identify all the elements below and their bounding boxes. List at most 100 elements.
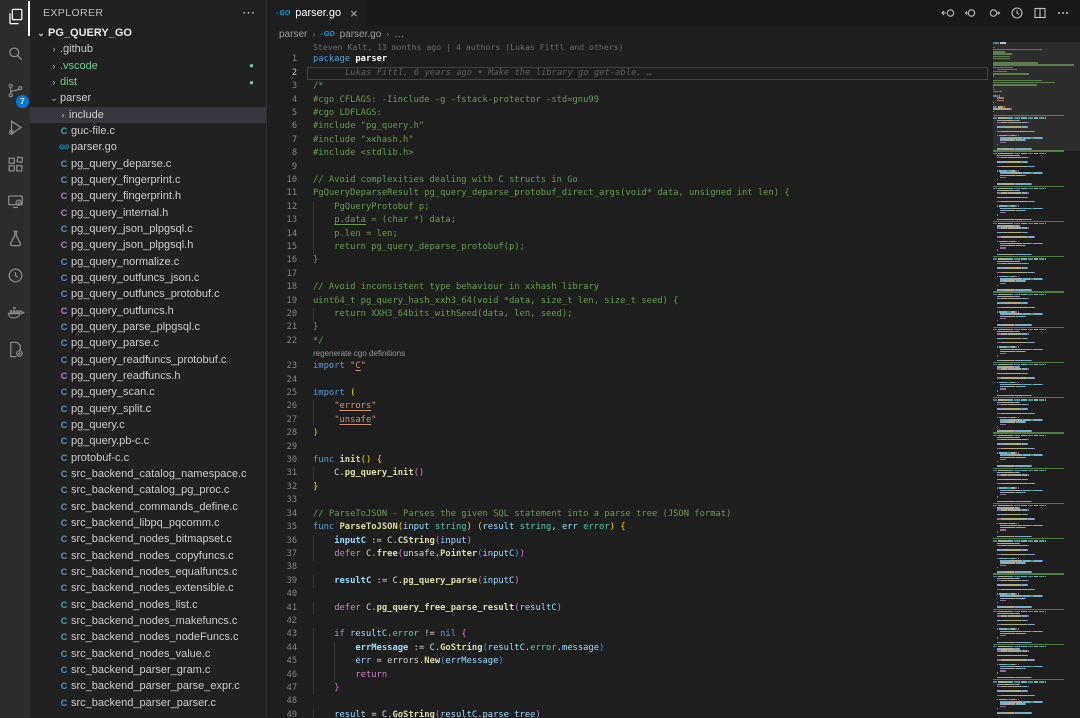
- line-number[interactable]: 3: [267, 80, 297, 93]
- code-line-43[interactable]: 43 if resultC.error != nil {: [267, 628, 993, 641]
- next-change-icon[interactable]: [987, 6, 1001, 20]
- tree-file-src-backend-nodes-equalfuncs-c[interactable]: Csrc_backend_nodes_equalfuncs.c: [30, 564, 266, 580]
- line-number[interactable]: 13: [267, 214, 297, 227]
- line-number[interactable]: 20: [267, 308, 297, 321]
- code-line-42[interactable]: 42: [267, 615, 993, 628]
- line-number[interactable]: 34: [267, 508, 297, 521]
- line-number[interactable]: 45: [267, 655, 297, 668]
- code-line-27[interactable]: 27 "unsafe": [267, 414, 993, 427]
- line-number[interactable]: 1: [267, 53, 297, 66]
- line-number[interactable]: 10: [267, 174, 297, 187]
- code-line-21[interactable]: 21}: [267, 321, 993, 334]
- line-number[interactable]: 39: [267, 575, 297, 588]
- line-number[interactable]: 6: [267, 120, 297, 133]
- line-number[interactable]: 38: [267, 561, 297, 574]
- tree-folder--github[interactable]: ›.github: [30, 41, 266, 57]
- line-number[interactable]: 22: [267, 335, 297, 348]
- code-line-38[interactable]: 38: [267, 561, 993, 574]
- activity-extensions[interactable]: [0, 148, 30, 185]
- code-line-10[interactable]: 10// Avoid complexities dealing with C s…: [267, 174, 993, 187]
- code-line-37[interactable]: 37 defer C.free(unsafe.Pointer(inputC)): [267, 548, 993, 561]
- previous-change-icon[interactable]: [964, 6, 978, 20]
- line-number[interactable]: 21: [267, 321, 297, 334]
- code-line-30[interactable]: 30func init() {: [267, 454, 993, 467]
- tree-file-src-backend-nodes-value-c[interactable]: Csrc_backend_nodes_value.c: [30, 645, 266, 661]
- line-number[interactable]: 33: [267, 494, 297, 507]
- tree-file-src-backend-nodes-list-c[interactable]: Csrc_backend_nodes_list.c: [30, 596, 266, 612]
- code-line-12[interactable]: 12 PgQueryProtobuf p;: [267, 201, 993, 214]
- tree-root-folder[interactable]: ⌄ PG_QUERY_GO: [30, 25, 266, 41]
- minimap[interactable]: [993, 42, 1080, 718]
- code-line-11[interactable]: 11PgQueryDeparseResult pg_query_deparse_…: [267, 187, 993, 200]
- tree-file-src-backend-parser-parse-expr-c[interactable]: Csrc_backend_parser_parse_expr.c: [30, 678, 266, 694]
- line-number[interactable]: 41: [267, 602, 297, 615]
- tab-parser-go[interactable]: GO parser.go ×: [267, 0, 367, 26]
- line-number[interactable]: 30: [267, 454, 297, 467]
- tree-file-pg-query-parse-c[interactable]: Cpg_query_parse.c: [30, 335, 266, 351]
- activity-run-debug[interactable]: [0, 111, 30, 148]
- code-line-28[interactable]: 28): [267, 427, 993, 440]
- activity-explorer[interactable]: [0, 0, 30, 37]
- tree-file-protobuf-c-c[interactable]: Cprotobuf-c.c: [30, 450, 266, 466]
- code-line-14[interactable]: 14 p.len = len;: [267, 228, 993, 241]
- open-changes-icon[interactable]: [941, 6, 955, 20]
- code-line-35[interactable]: 35func ParseToJSON(input string) (result…: [267, 521, 993, 534]
- line-number[interactable]: 26: [267, 400, 297, 413]
- tree-file-src-backend-nodes-makefuncs-c[interactable]: Csrc_backend_nodes_makefuncs.c: [30, 613, 266, 629]
- line-number[interactable]: 5: [267, 107, 297, 120]
- code-line-2[interactable]: 2Lukas Fittl, 6 years ago • Make the lib…: [267, 67, 993, 80]
- tree-file-pg-query-deparse-c[interactable]: Cpg_query_deparse.c: [30, 156, 266, 172]
- tree-file-src-backend-catalog-pg-proc-c[interactable]: Csrc_backend_catalog_pg_proc.c: [30, 482, 266, 498]
- line-number[interactable]: 32: [267, 481, 297, 494]
- code-line-7[interactable]: 7#include "xxhash.h": [267, 134, 993, 147]
- tree-file-src-backend-nodes-bitmapset-c[interactable]: Csrc_backend_nodes_bitmapset.c: [30, 531, 266, 547]
- code-line-39[interactable]: 39 resultC := C.pg_query_parse(inputC): [267, 575, 993, 588]
- line-number[interactable]: 49: [267, 709, 297, 718]
- tree-file-pg-query-fingerprint-h[interactable]: Cpg_query_fingerprint.h: [30, 188, 266, 204]
- tree-file-pg-query-c[interactable]: Cpg_query.c: [30, 417, 266, 433]
- line-number[interactable]: 17: [267, 268, 297, 281]
- file-history-icon[interactable]: [1010, 6, 1024, 20]
- code-link[interactable]: unsafe: [339, 415, 371, 425]
- line-number[interactable]: 16: [267, 254, 297, 267]
- breadcrumb-folder[interactable]: parser: [279, 29, 307, 40]
- tree-file-src-backend-parser-parser-c[interactable]: Csrc_backend_parser_parser.c: [30, 694, 266, 710]
- code-line-40[interactable]: 40: [267, 588, 993, 601]
- line-number[interactable]: 8: [267, 147, 297, 160]
- tree-file-src-backend-libpq-pqcomm-c[interactable]: Csrc_backend_libpq_pqcomm.c: [30, 515, 266, 531]
- explorer-more-actions-icon[interactable]: ⋯: [242, 5, 256, 21]
- gitlens-authors-annotation[interactable]: Steven Kalt, 13 months ago | 4 authors (…: [267, 42, 993, 53]
- code-line-36[interactable]: 36 inputC := C.CString(input): [267, 535, 993, 548]
- code-line-47[interactable]: 47 }: [267, 682, 993, 695]
- code-line-24[interactable]: 24: [267, 374, 993, 387]
- line-number[interactable]: 48: [267, 695, 297, 708]
- line-number[interactable]: 12: [267, 201, 297, 214]
- code-line-15[interactable]: 15 return pg_query_deparse_protobuf(p);: [267, 241, 993, 254]
- code-line-1[interactable]: 1package parser: [267, 53, 993, 66]
- code-line-18[interactable]: 18// Avoid inconsistent type behaviour i…: [267, 281, 993, 294]
- tree-file-pg-query-split-c[interactable]: Cpg_query_split.c: [30, 401, 266, 417]
- tree-folder--vscode[interactable]: ›.vscode●: [30, 58, 266, 74]
- activity-testing[interactable]: [0, 222, 30, 259]
- tree-file-pg-query-fingerprint-c[interactable]: Cpg_query_fingerprint.c: [30, 172, 266, 188]
- code-line-9[interactable]: 9: [267, 161, 993, 174]
- tree-file-pg-query-outfuncs-protobuf-c[interactable]: Cpg_query_outfuncs_protobuf.c: [30, 286, 266, 302]
- code-line-16[interactable]: 16}: [267, 254, 993, 267]
- line-number[interactable]: 23: [267, 360, 297, 373]
- tree-file-pg-query-internal-h[interactable]: Cpg_query_internal.h: [30, 205, 266, 221]
- tree-file-pg-query-scan-c[interactable]: Cpg_query_scan.c: [30, 384, 266, 400]
- code-line-4[interactable]: 4#cgo CFLAGS: -Iinclude -g -fstack-prote…: [267, 94, 993, 107]
- code-line-23[interactable]: 23import "C": [267, 360, 993, 373]
- line-number[interactable]: 24: [267, 374, 297, 387]
- code-line-34[interactable]: 34// ParseToJSON - Parses the given SQL …: [267, 508, 993, 521]
- breadcrumb-file[interactable]: parser.go: [340, 29, 382, 40]
- line-number[interactable]: 36: [267, 535, 297, 548]
- tree-file-src-backend-nodes-extensible-c[interactable]: Csrc_backend_nodes_extensible.c: [30, 580, 266, 596]
- tree-file-pg-query-outfuncs-h[interactable]: Cpg_query_outfuncs.h: [30, 303, 266, 319]
- tree-file-pg-query-pb-c-c[interactable]: Cpg_query.pb-c.c: [30, 433, 266, 449]
- tree-folder-parser[interactable]: ⌄parser: [30, 90, 266, 106]
- code-link[interactable]: p.data: [334, 215, 366, 225]
- activity-source-control[interactable]: 7: [0, 74, 30, 111]
- tree-file-guc-file-c[interactable]: Cguc-file.c: [30, 123, 266, 139]
- line-number[interactable]: 4: [267, 94, 297, 107]
